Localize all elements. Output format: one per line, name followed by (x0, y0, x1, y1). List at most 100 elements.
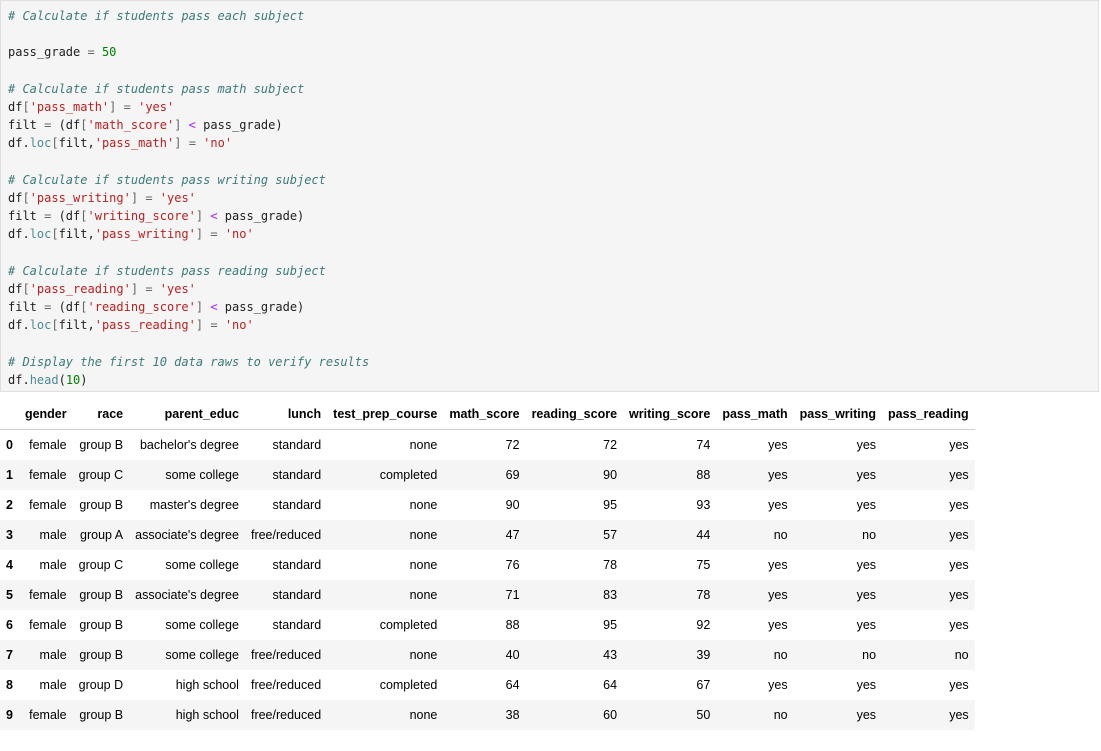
table-cell: some college (165, 558, 239, 572)
table-cell: free/reduced (250, 528, 322, 542)
table-cell: yes (949, 708, 969, 722)
table-cell: 72 (603, 438, 618, 452)
table-cell: 92 (696, 618, 711, 632)
table-cell: group B (79, 438, 124, 452)
table-cell: yes (856, 558, 877, 572)
table-cell: 78 (696, 588, 711, 602)
table-cell: some college (165, 648, 239, 662)
column-header: reading_score (525, 399, 624, 430)
column-header: test_prep_course (327, 399, 444, 430)
table-cell: female (29, 468, 67, 482)
table-cell: group B (79, 618, 124, 632)
table-cell: no (862, 528, 877, 542)
table-cell: none (409, 588, 438, 602)
table-cell: 60 (603, 708, 618, 722)
table-row: 8 male group D high school free/reduced compl… (0, 670, 975, 700)
code-line: df['pass_reading'] = 'yes' (8, 282, 196, 297)
table-cell: group A (80, 528, 124, 542)
table-cell: group C (78, 558, 124, 572)
code-editor[interactable]: # Calculate if students pass each subjec… (1, 7, 369, 389)
row-index: 1 (6, 468, 13, 482)
table-cell: no (773, 648, 788, 662)
table-row: 1 female group C some college standard comple… (0, 460, 975, 490)
table-cell: group B (79, 588, 124, 602)
table-cell: free/reduced (250, 648, 322, 662)
table-cell: yes (949, 528, 969, 542)
table-cell: 75 (696, 558, 711, 572)
table-cell: associate's degree (135, 588, 239, 602)
column-header: parent_educ (129, 399, 245, 430)
row-index: 3 (6, 528, 13, 542)
code-line: df.loc[filt,'pass_reading'] = 'no' (8, 318, 254, 333)
table-row: 7 male group B some college free/reduced none… (0, 640, 975, 670)
table-cell: 71 (505, 588, 520, 602)
table-cell: associate's degree (135, 528, 239, 542)
code-line: filt = (df['reading_score'] < pass_grade… (8, 300, 305, 315)
column-header: gender (18, 399, 73, 430)
table-cell: bachelor's degree (139, 438, 239, 452)
table-cell: yes (949, 498, 969, 512)
table-cell: completed (379, 618, 438, 632)
table-cell: none (409, 558, 438, 572)
column-header: race (72, 399, 130, 430)
table-cell: 93 (696, 498, 711, 512)
code-line: # Display the first 10 data raws to veri… (8, 354, 370, 369)
row-index: 8 (6, 678, 13, 692)
table-cell: yes (856, 618, 877, 632)
table-cell: standard (272, 498, 322, 512)
table-cell: yes (768, 438, 788, 452)
row-index: 2 (6, 498, 13, 512)
column-header: writing_score (623, 399, 717, 430)
table-cell: 95 (603, 618, 618, 632)
table-cell: no (954, 648, 969, 662)
table-cell: yes (768, 468, 788, 482)
table-cell: 64 (603, 678, 618, 692)
code-line: filt = (df['writing_score'] < pass_grade… (8, 209, 305, 224)
header-row: gender race parent_educ lunch test_prep_cour… (0, 399, 975, 430)
table-cell: female (29, 438, 67, 452)
code-line: df['pass_writing'] = 'yes' (8, 191, 196, 206)
table-cell: yes (856, 588, 877, 602)
row-index: 9 (6, 708, 13, 722)
table-cell: yes (856, 678, 877, 692)
code-cell[interactable]: # Calculate if students pass each subjec… (0, 0, 1099, 392)
table-cell: 64 (505, 678, 520, 692)
table-cell: group C (78, 468, 124, 482)
table-row: 5 female group B associate's degree standard… (0, 580, 975, 610)
table-row: 0 female group B bachelor's degree standard n… (0, 429, 975, 460)
output-dataframe: gender race parent_educ lunch test_prep_cour… (0, 399, 975, 730)
table-cell: yes (949, 618, 969, 632)
table-cell: group B (79, 498, 124, 512)
code-line: df.loc[filt,'pass_writing'] = 'no' (8, 227, 254, 242)
table-cell: none (409, 498, 438, 512)
code-line: # Calculate if students pass each subjec… (8, 9, 305, 23)
table-row: 4 male group C some college standard none 76 78… (0, 550, 975, 580)
table-cell: 57 (603, 528, 618, 542)
table-cell: no (862, 648, 877, 662)
table-cell: some college (165, 618, 239, 632)
table-cell: standard (272, 468, 322, 482)
code-line: # Calculate if students pass reading sub… (8, 263, 326, 278)
column-header: math_score (443, 399, 526, 430)
table-cell: master's degree (149, 498, 239, 512)
table-cell: yes (856, 438, 877, 452)
row-index: 5 (6, 588, 13, 602)
table-cell: 44 (696, 528, 711, 542)
table-cell: high school (175, 708, 239, 722)
table-cell: yes (949, 558, 969, 572)
table-cell: group D (78, 678, 124, 692)
code-line: df['pass_math'] = 'yes' (8, 100, 175, 115)
table-cell: yes (949, 678, 969, 692)
table-cell: yes (949, 588, 969, 602)
table-cell: some college (165, 468, 239, 482)
code-line: filt = (df['math_score'] < pass_grade) (8, 118, 283, 133)
table-cell: yes (768, 618, 788, 632)
table-cell: female (29, 588, 67, 602)
table-cell: no (773, 708, 788, 722)
table-cell: male (39, 678, 67, 692)
table-cell: 47 (505, 528, 520, 542)
table-header: gender race parent_educ lunch test_prep_cour… (0, 399, 975, 430)
table-cell: male (39, 528, 67, 542)
table-cell: 74 (696, 438, 711, 452)
table-cell: yes (856, 708, 877, 722)
